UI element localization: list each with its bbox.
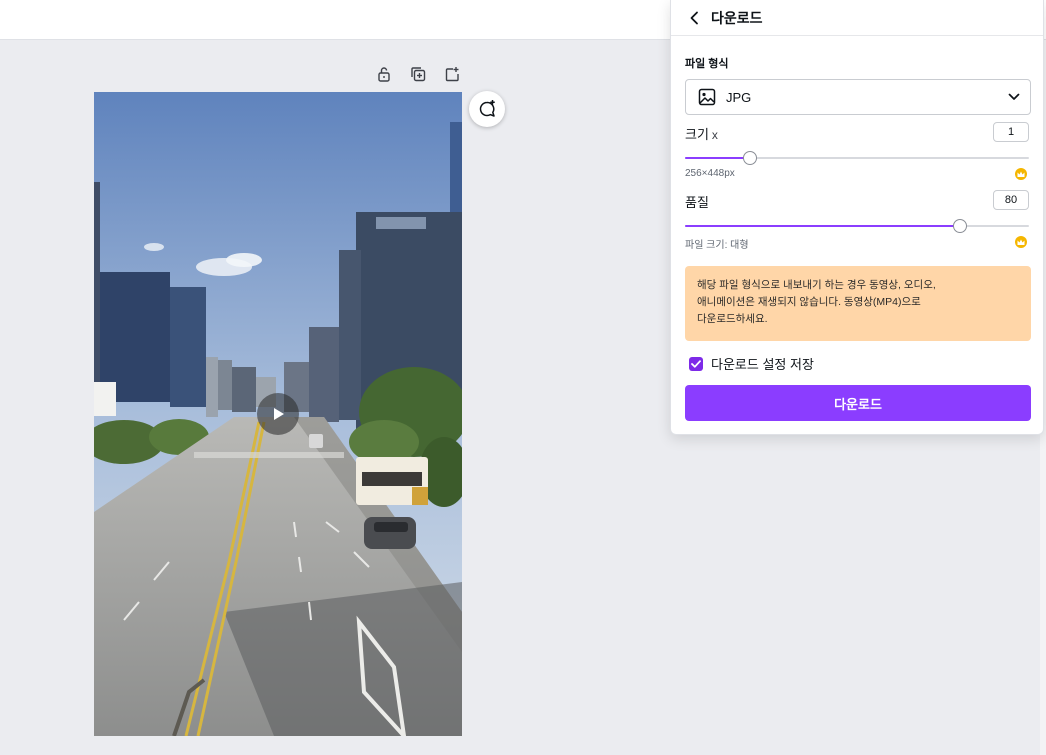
chevron-left-icon: [690, 11, 698, 24]
file-format-label: 파일 형식: [685, 58, 729, 70]
size-input[interactable]: 1: [993, 122, 1029, 142]
quality-input[interactable]: 80: [993, 190, 1029, 210]
size-label-row: 크기 x: [685, 124, 718, 143]
save-settings-label: 다운로드 설정 저장: [711, 357, 814, 372]
size-label: 크기: [685, 127, 709, 142]
quality-slider[interactable]: [685, 219, 1029, 233]
add-comment-icon: [479, 100, 495, 117]
warning-line: 해당 파일 형식으로 내보내기 하는 경우 동영상, 오디오,: [697, 279, 936, 291]
size-suffix: x: [711, 128, 718, 142]
crown-icon: [1015, 168, 1027, 180]
chevron-down-icon: [1008, 93, 1020, 100]
quality-slider-thumb[interactable]: [953, 219, 968, 233]
play-icon: [274, 408, 284, 420]
file-format-value: JPG: [726, 89, 752, 105]
quality-label: 품질: [685, 195, 709, 210]
warning-line: 다운로드하세요.: [697, 313, 768, 325]
size-slider-thumb[interactable]: [743, 151, 758, 165]
download-button[interactable]: 다운로드: [685, 385, 1031, 421]
back-button[interactable]: [685, 8, 705, 28]
file-format-dropdown[interactable]: JPG: [685, 79, 1031, 115]
play-button[interactable]: [257, 393, 299, 435]
save-settings-checkbox[interactable]: [689, 356, 703, 371]
save-settings-row[interactable]: 다운로드 설정 저장: [689, 354, 814, 373]
dimensions-text: 256×448px: [685, 168, 735, 179]
add-page-icon[interactable]: [442, 64, 462, 84]
download-panel: 다운로드 파일 형식 JPG 크기 x 1 256×448px 품질 80 파일 …: [670, 0, 1044, 435]
size-slider[interactable]: [685, 151, 1029, 165]
panel-title: 다운로드: [711, 9, 763, 26]
duplicate-icon[interactable]: [408, 64, 428, 84]
format-warning-notice: 해당 파일 형식으로 내보내기 하는 경우 동영상, 오디오, 애니메이션은 재…: [685, 266, 1031, 341]
checkmark-icon: [691, 359, 701, 368]
panel-header: 다운로드: [671, 0, 1043, 36]
lock-icon[interactable]: [374, 64, 394, 84]
file-size-text: 파일 크기: 대형: [685, 240, 749, 251]
page-toolbar: [374, 64, 462, 84]
warning-line: 애니메이션은 재생되지 않습니다. 동영상(MP4)으로: [697, 296, 921, 308]
add-comment-button[interactable]: [469, 91, 505, 127]
crown-icon: [1015, 236, 1027, 248]
image-icon: [698, 88, 716, 106]
